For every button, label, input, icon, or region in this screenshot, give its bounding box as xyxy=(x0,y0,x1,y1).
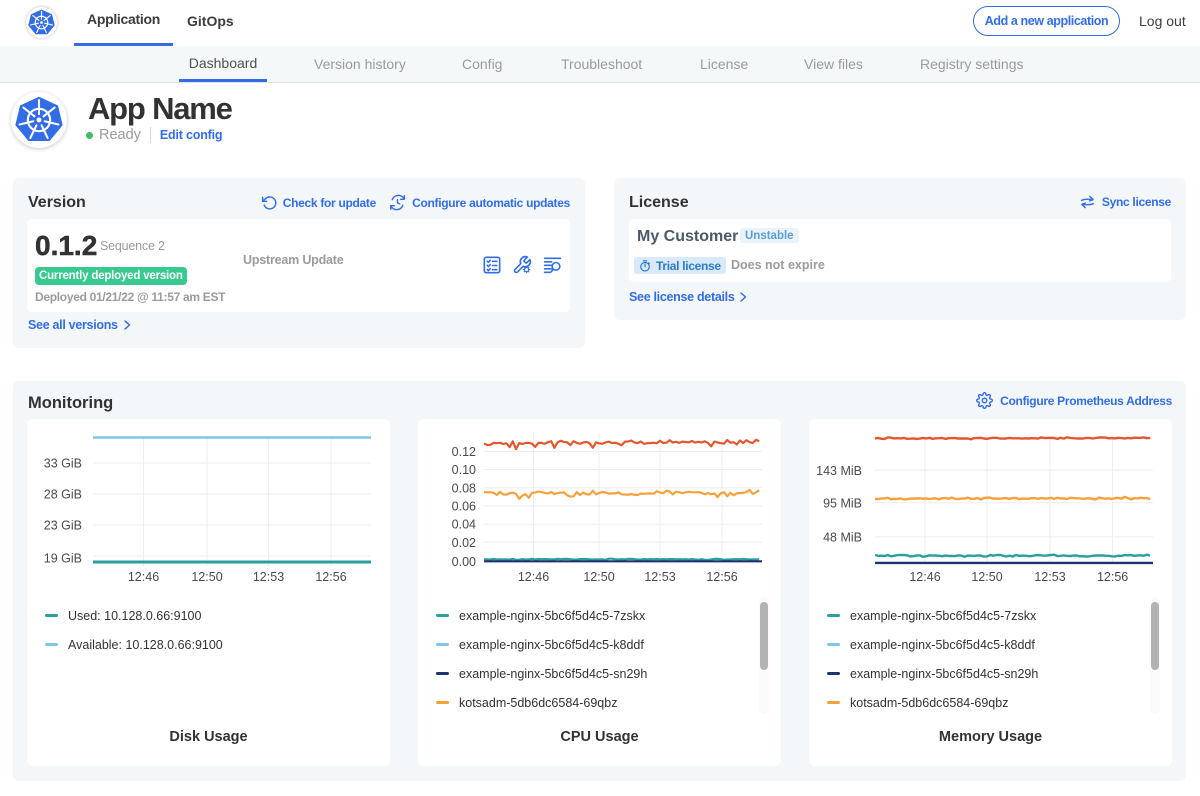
svg-text:0.08: 0.08 xyxy=(452,481,476,495)
svg-text:0.10: 0.10 xyxy=(452,463,476,477)
svg-text:0.06: 0.06 xyxy=(452,499,476,513)
svg-text:33 GiB: 33 GiB xyxy=(44,457,82,471)
svg-text:23 GiB: 23 GiB xyxy=(44,519,82,533)
svg-text:12:56: 12:56 xyxy=(706,570,737,584)
svg-text:12:50: 12:50 xyxy=(191,570,222,584)
svg-text:0.02: 0.02 xyxy=(452,536,476,550)
svg-text:12:53: 12:53 xyxy=(1034,570,1065,584)
svg-text:28 GiB: 28 GiB xyxy=(44,488,82,502)
svg-text:12:46: 12:46 xyxy=(128,570,159,584)
svg-text:12:46: 12:46 xyxy=(909,570,940,584)
svg-text:12:53: 12:53 xyxy=(644,570,675,584)
svg-text:12:50: 12:50 xyxy=(583,570,614,584)
svg-text:0.00: 0.00 xyxy=(452,555,476,569)
svg-text:0.04: 0.04 xyxy=(452,518,476,532)
svg-text:12:50: 12:50 xyxy=(971,570,1002,584)
svg-text:143 MiB: 143 MiB xyxy=(816,464,862,478)
svg-text:12:56: 12:56 xyxy=(315,570,346,584)
svg-text:12:53: 12:53 xyxy=(253,570,284,584)
svg-text:0.12: 0.12 xyxy=(452,445,476,459)
svg-text:12:46: 12:46 xyxy=(518,570,549,584)
svg-text:12:56: 12:56 xyxy=(1097,570,1128,584)
svg-text:48 MiB: 48 MiB xyxy=(823,530,862,544)
svg-text:95 MiB: 95 MiB xyxy=(823,496,862,510)
svg-text:19 GiB: 19 GiB xyxy=(44,552,82,566)
